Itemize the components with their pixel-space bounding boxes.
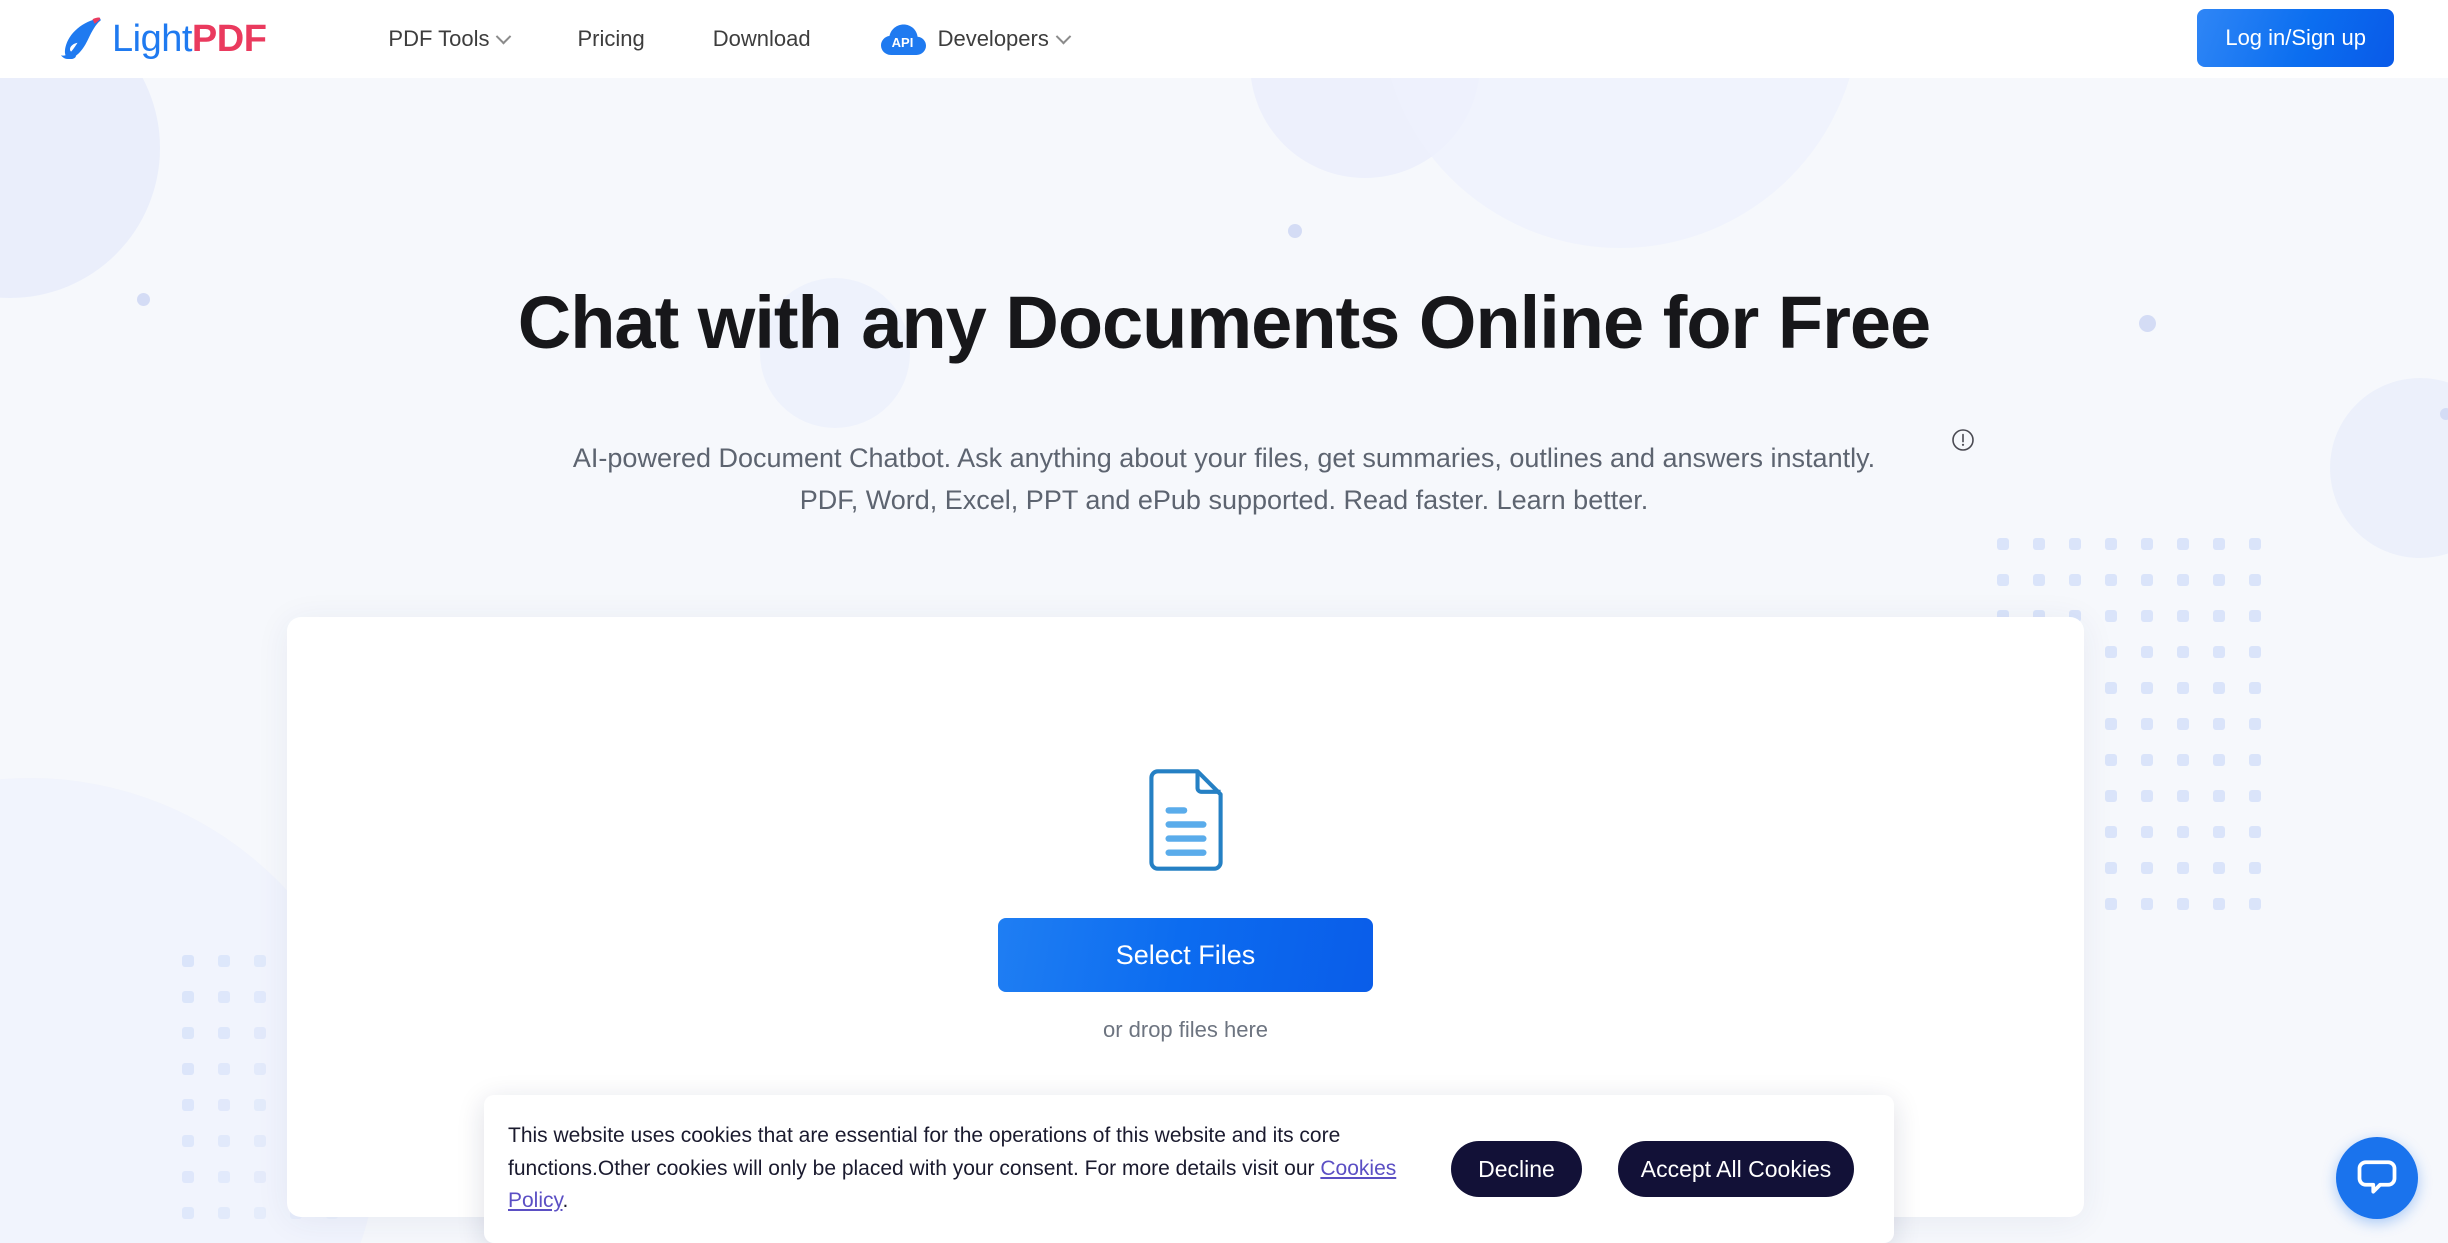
cookie-text-tail: . [562,1189,569,1213]
cookie-banner-text: This website uses cookies that are essen… [508,1120,1408,1218]
hero-section: Chat with any Documents Online for Free … [0,78,2448,1243]
document-lines-icon [1145,768,1227,872]
logo-wordmark: LightPDF [112,18,267,60]
login-signup-button[interactable]: Log in/Sign up [2197,9,2394,67]
api-cloud-icon: API [879,22,926,56]
nav-item-pricing[interactable]: Pricing [543,0,678,78]
decorative-dot [2440,408,2448,420]
upload-card-content: Select Files or drop files here [287,617,2084,1043]
cookie-banner-actions: Decline Accept All Cookies [1451,1141,1854,1197]
page-root: Chat with any Documents Online for Free … [0,0,2448,1243]
drop-files-hint: or drop files here [1102,1017,1269,1042]
cookie-text-body: This website uses cookies that are essen… [508,1124,1341,1180]
nav-item-download[interactable]: Download [679,0,845,78]
lightpdf-bird-logo-icon [52,16,106,62]
hero-subtitle: AI-powered Document Chatbot. Ask anythin… [0,438,2448,522]
site-header: LightPDF PDF Tools Pricing Download API [0,0,2448,78]
chat-bubble-icon [2357,1156,2397,1201]
decorative-blob [0,78,160,298]
api-badge-text: API [891,35,913,50]
chat-support-widget[interactable] [2336,1137,2418,1219]
nav-item-label: Pricing [577,26,645,51]
decorative-blob [1380,78,1860,248]
decline-cookies-button[interactable]: Decline [1451,1141,1582,1197]
hero-subtitle-line-1: AI-powered Document Chatbot. Ask anythin… [572,443,1876,473]
logo-text-pdf: PDF [191,18,267,60]
decorative-dot [1288,224,1302,238]
hero-subtitle-line-2: PDF, Word, Excel, PPT and ePub supported… [799,484,1649,515]
page-title: Chat with any Documents Online for Free [517,281,1931,364]
exclamation-circle-icon[interactable] [1951,428,1975,452]
chevron-down-icon [1055,28,1072,44]
logo-text-light: Light [112,18,192,60]
nav-item-developers[interactable]: API Developers [845,0,1103,78]
nav-item-label: Developers [937,26,1049,51]
select-files-button[interactable]: Select Files [998,918,1373,992]
accept-all-cookies-button[interactable]: Accept All Cookies [1618,1141,1854,1197]
nav-item-pdf-tools[interactable]: PDF Tools [354,0,543,78]
logo[interactable]: LightPDF [52,16,267,62]
nav-item-label: Download [712,26,811,51]
chevron-down-icon [496,28,512,44]
nav-item-label: PDF Tools [388,26,490,51]
main-nav: PDF Tools Pricing Download API Developer… [354,0,1102,78]
cookie-consent-banner: This website uses cookies that are essen… [484,1095,1894,1243]
